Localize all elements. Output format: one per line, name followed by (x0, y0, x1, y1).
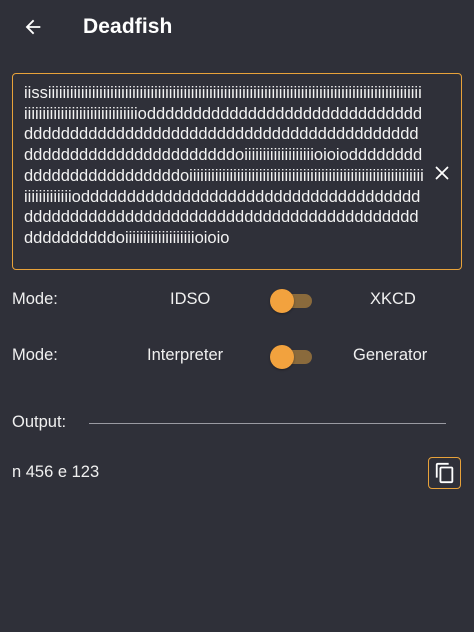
code-input-field[interactable]: iissiiiiiiiiiiiiiiiiiiiiiiiiiiiiiiiiiiii… (12, 73, 462, 270)
copy-button[interactable] (428, 457, 461, 489)
arrow-back-icon (25, 19, 41, 35)
function-mode-switch[interactable] (270, 345, 314, 369)
switch-thumb (270, 345, 294, 369)
clear-button[interactable] (431, 162, 453, 184)
app-bar: Deadfish (0, 0, 474, 56)
mode-row-syntax: Mode: IDSO XKCD (0, 285, 474, 315)
mode-row-function: Mode: Interpreter Generator (0, 341, 474, 371)
mode-label: Mode: (12, 290, 58, 308)
syntax-mode-switch[interactable] (270, 289, 314, 313)
mode-option-interpreter: Interpreter (147, 346, 224, 364)
back-button[interactable] (18, 12, 48, 42)
mode-option-xkcd: XKCD (370, 290, 416, 308)
output-value: n 456 e 123 (12, 463, 100, 481)
mode-option-idso: IDSO (170, 290, 211, 308)
output-label: Output: (12, 413, 67, 431)
close-icon (435, 166, 449, 180)
copy-icon (435, 462, 453, 484)
mode-label: Mode: (12, 346, 58, 364)
code-input-value[interactable]: iissiiiiiiiiiiiiiiiiiiiiiiiiiiiiiiiiiiii… (24, 83, 424, 249)
switch-thumb (270, 289, 294, 313)
mode-option-generator: Generator (353, 346, 428, 364)
output-divider (89, 423, 446, 424)
page-title: Deadfish (83, 15, 173, 38)
